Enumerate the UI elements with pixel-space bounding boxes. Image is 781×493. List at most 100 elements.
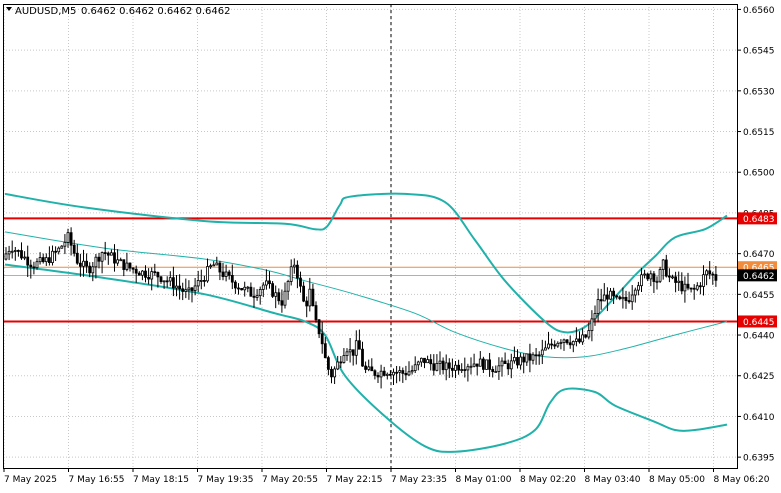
candle-body — [513, 357, 516, 362]
candle-body — [556, 342, 560, 347]
candle-body — [116, 259, 119, 264]
x-tick-label: 8 May 01:00 — [456, 475, 512, 485]
candle-body — [233, 281, 237, 289]
candle-body — [361, 348, 364, 367]
candle-body — [295, 264, 299, 279]
candle[interactable] — [658, 266, 662, 284]
candle-body — [460, 369, 464, 371]
candle-body — [202, 280, 206, 282]
candle-body — [221, 271, 225, 277]
candle-body — [531, 354, 535, 361]
candle-body — [252, 295, 256, 298]
candle-body — [680, 280, 684, 292]
candle-body — [29, 264, 33, 268]
candle[interactable] — [485, 359, 488, 370]
candle-body — [255, 295, 259, 298]
candle-body — [44, 257, 48, 263]
candle-body — [94, 256, 98, 268]
candle-body — [153, 271, 157, 274]
candle-body — [475, 363, 479, 367]
candle-body — [407, 371, 411, 376]
candle-body — [658, 269, 662, 282]
candle-body — [413, 364, 417, 371]
candle-body — [714, 274, 718, 281]
candle-body — [432, 363, 436, 371]
candle-body — [339, 361, 343, 364]
candle-body — [131, 267, 135, 270]
x-tick-label: 7 May 22:15 — [327, 475, 383, 485]
candle-body — [243, 286, 247, 291]
candle-body — [336, 361, 340, 370]
candle-body — [481, 358, 485, 370]
x-tick-label: 7 May 23:35 — [391, 475, 447, 485]
candle-body — [100, 252, 104, 262]
candle[interactable] — [271, 281, 275, 298]
candle-body — [702, 274, 705, 287]
candle-body — [280, 300, 284, 306]
candle-body — [32, 266, 36, 269]
candle-body — [516, 357, 519, 366]
candle[interactable] — [240, 288, 244, 291]
candle-body — [110, 252, 113, 256]
candle-body — [283, 290, 287, 306]
candle-body — [637, 285, 640, 291]
candle-body — [38, 257, 42, 263]
price-chart[interactable]: 0.65600.65450.65300.65150.65000.64850.64… — [0, 0, 781, 489]
candle-body — [609, 290, 612, 300]
candle-body — [209, 265, 213, 268]
candle-body — [187, 287, 191, 291]
candle-body — [379, 370, 383, 378]
candle-body — [184, 289, 188, 292]
candle-body — [537, 354, 541, 357]
x-tick-label: 7 May 18:15 — [133, 475, 189, 485]
candle-body — [271, 283, 275, 297]
candle-body — [159, 276, 163, 282]
candle-body — [10, 250, 14, 253]
y-tick-label: 0.6560 — [743, 6, 775, 16]
candle-body — [299, 277, 302, 287]
candle-body — [305, 300, 309, 307]
candle-body — [147, 276, 151, 280]
candle-body — [41, 257, 45, 263]
chart-root[interactable]: 0.65600.65450.65300.65150.65000.64850.64… — [0, 0, 781, 489]
candle-body — [398, 370, 402, 373]
candle-body — [621, 296, 625, 300]
candle-body — [26, 256, 30, 266]
candle-body — [48, 257, 51, 263]
candle-body — [218, 262, 222, 273]
candle-body — [57, 247, 61, 253]
candle-body — [376, 375, 380, 378]
candle-body — [441, 360, 445, 371]
candle-body — [249, 286, 253, 297]
candle-body — [171, 277, 175, 289]
candle-body — [385, 373, 389, 376]
candle-body — [63, 241, 67, 247]
candle-body — [137, 272, 141, 276]
candle-body — [674, 276, 677, 283]
candle-body — [175, 285, 178, 289]
candle-body — [348, 349, 352, 353]
candle-body — [354, 340, 358, 356]
candle-body — [571, 341, 575, 346]
candle-body — [134, 268, 138, 274]
candle-body — [401, 370, 405, 374]
candle-body — [261, 284, 265, 290]
candle-body — [168, 277, 172, 282]
candle-body — [258, 289, 262, 297]
candle-body — [351, 349, 355, 356]
candle-body — [16, 250, 20, 252]
candle-body — [587, 330, 591, 338]
candle-body — [69, 232, 73, 246]
candle-body — [13, 250, 17, 252]
candle-body — [165, 280, 169, 283]
candle-body — [426, 359, 430, 364]
candle-body — [311, 288, 315, 306]
y-tick-label: 0.6500 — [743, 169, 775, 179]
x-tick-label: 8 May 03:40 — [585, 475, 641, 485]
x-tick-label: 7 May 20:55 — [262, 475, 318, 485]
candle-body — [35, 261, 39, 269]
candle-body — [292, 264, 296, 268]
x-tick-label: 8 May 05:00 — [649, 475, 705, 485]
candle-body — [565, 339, 569, 344]
candle-body — [522, 356, 526, 363]
